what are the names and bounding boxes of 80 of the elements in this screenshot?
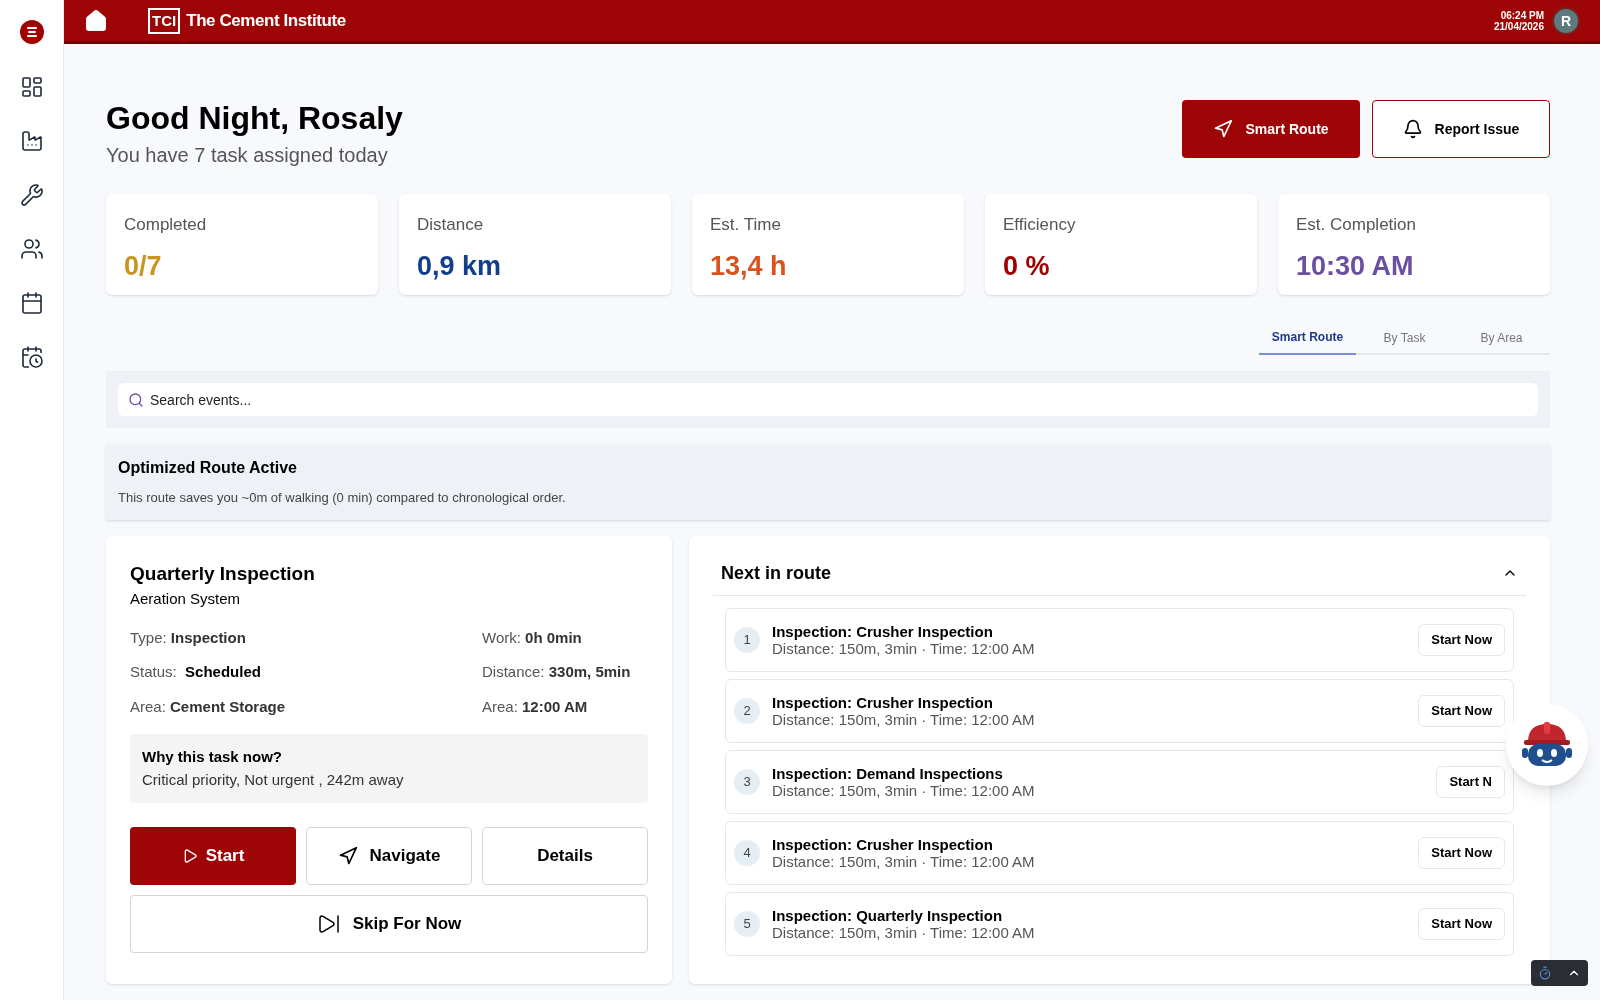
- user-avatar[interactable]: R: [1552, 6, 1580, 35]
- route-item[interactable]: 5 Inspection: Quarterly Inspection Distance: 150m, 3min · Time: 12:00 AM Start Now: [725, 891, 1514, 956]
- reason-text: Critical priority, Not urgent , 242m away: [142, 769, 405, 790]
- users-icon[interactable]: [19, 237, 44, 261]
- dashboard-icon[interactable]: [19, 75, 44, 99]
- section-title: Next in route: [721, 561, 831, 585]
- stat-label: Distance: [417, 214, 485, 236]
- task-field: Area: Cement Storage: [130, 695, 482, 718]
- route-item-title: Inspection: Quarterly Inspection: [772, 906, 1004, 924]
- step-number: 5: [734, 910, 760, 937]
- start-now-button[interactable]: Start Now: [1418, 836, 1505, 869]
- skip-button[interactable]: Skip For Now: [130, 895, 648, 953]
- smart-route-button[interactable]: Smart Route: [1182, 100, 1360, 158]
- clock-date: 21/04/2026: [1493, 20, 1544, 32]
- stopwatch-icon: [1538, 966, 1553, 980]
- stat-value: 0 %: [1003, 249, 1051, 283]
- logo-mark: TCI: [148, 7, 181, 34]
- logo-text: The Cement Institute: [186, 9, 346, 32]
- view-tab[interactable]: Smart Route: [1259, 321, 1356, 355]
- stat-value: 10:30 AM: [1296, 249, 1415, 283]
- factory-icon[interactable]: [19, 129, 44, 153]
- greeting-title: Good Night, Rosaly: [106, 100, 403, 136]
- clock-time: 06:24 PM: [1500, 9, 1544, 21]
- route-item-title: Inspection: Crusher Inspection: [772, 693, 994, 711]
- route-item[interactable]: 4 Inspection: Crusher Inspection Distance: 150m, 3min · Time: 12:00 AM Start Now: [725, 820, 1514, 885]
- step-number: 3: [734, 768, 760, 795]
- stat-value: 0,9 km: [417, 249, 503, 283]
- bell-icon: [1402, 119, 1423, 139]
- route-item-detail: Distance: 150m, 3min · Time: 12:00 AM: [772, 852, 1036, 870]
- navigation-icon: [337, 846, 358, 866]
- stat-label: Completed: [124, 214, 208, 236]
- task-title: Quarterly Inspection: [130, 561, 316, 586]
- route-item[interactable]: 2 Inspection: Crusher Inspection Distance: 150m, 3min · Time: 12:00 AM Start Now: [725, 678, 1514, 743]
- task-subtitle: Aeration System: [130, 589, 242, 609]
- route-item-detail: Distance: 150m, 3min · Time: 12:00 AM: [772, 923, 1036, 941]
- start-now-button[interactable]: Start Now: [1418, 694, 1505, 727]
- search-icon: [128, 392, 144, 408]
- start-button[interactable]: Start: [130, 827, 296, 885]
- task-count-subtitle: You have 7 task assigned today: [106, 143, 389, 168]
- route-item-title: Inspection: Crusher Inspection: [772, 835, 994, 853]
- reason-title: Why this task now?: [142, 747, 283, 767]
- step-number: 1: [734, 626, 760, 653]
- home-icon[interactable]: [84, 8, 108, 33]
- skip-icon: [316, 912, 341, 936]
- wrench-icon[interactable]: [19, 183, 44, 207]
- stat-label: Efficiency: [1003, 214, 1077, 236]
- navigation-icon: [1213, 119, 1234, 139]
- app-logo-icon[interactable]: [19, 20, 44, 44]
- navigate-button[interactable]: Navigate: [306, 827, 472, 885]
- task-field: Type: Inspection: [130, 626, 482, 649]
- start-now-button[interactable]: Start N: [1436, 765, 1505, 798]
- task-field: Area: 12:00 AM: [482, 695, 648, 718]
- timer-widget[interactable]: [1531, 960, 1588, 986]
- view-tab[interactable]: By Task: [1356, 321, 1453, 355]
- task-field: Work: 0h 0min: [482, 626, 648, 649]
- route-item-detail: Distance: 150m, 3min · Time: 12:00 AM: [772, 710, 1036, 728]
- step-number: 2: [734, 697, 760, 724]
- task-field: Distance: 330m, 5min: [482, 661, 648, 684]
- report-issue-button[interactable]: Report Issue: [1372, 100, 1550, 158]
- step-number: 4: [734, 839, 760, 866]
- stat-value: 0/7: [124, 249, 163, 283]
- calendar-clock-icon[interactable]: [19, 345, 44, 369]
- route-item-title: Inspection: Crusher Inspection: [772, 622, 994, 640]
- start-now-button[interactable]: Start Now: [1418, 907, 1505, 940]
- start-now-button[interactable]: Start Now: [1418, 623, 1505, 656]
- task-field: Status: Scheduled: [130, 661, 482, 684]
- route-item[interactable]: 1 Inspection: Crusher Inspection Distance: 150m, 3min · Time: 12:00 AM Start Now: [725, 607, 1514, 672]
- details-button[interactable]: Details: [482, 827, 648, 885]
- route-item-detail: Distance: 150m, 3min · Time: 12:00 AM: [772, 639, 1036, 657]
- calendar-icon[interactable]: [19, 291, 44, 315]
- route-item-detail: Distance: 150m, 3min · Time: 12:00 AM: [772, 781, 1036, 799]
- view-tab[interactable]: By Area: [1453, 321, 1550, 355]
- stat-label: Est. Time: [710, 214, 782, 236]
- route-item[interactable]: 3 Inspection: Demand Inspections Distance: 150m, 3min · Time: 12:00 AM Start N: [725, 749, 1514, 814]
- stat-value: 13,4 h: [710, 249, 788, 283]
- banner-text: This route saves you ~0m of walking (0 min) compared to chronological order.: [118, 489, 567, 507]
- route-item-title: Inspection: Demand Inspections: [772, 764, 1004, 782]
- search-field[interactable]: Search events...: [118, 383, 1538, 416]
- banner-title: Optimized Route Active: [118, 458, 298, 478]
- stat-label: Est. Completion: [1296, 214, 1417, 236]
